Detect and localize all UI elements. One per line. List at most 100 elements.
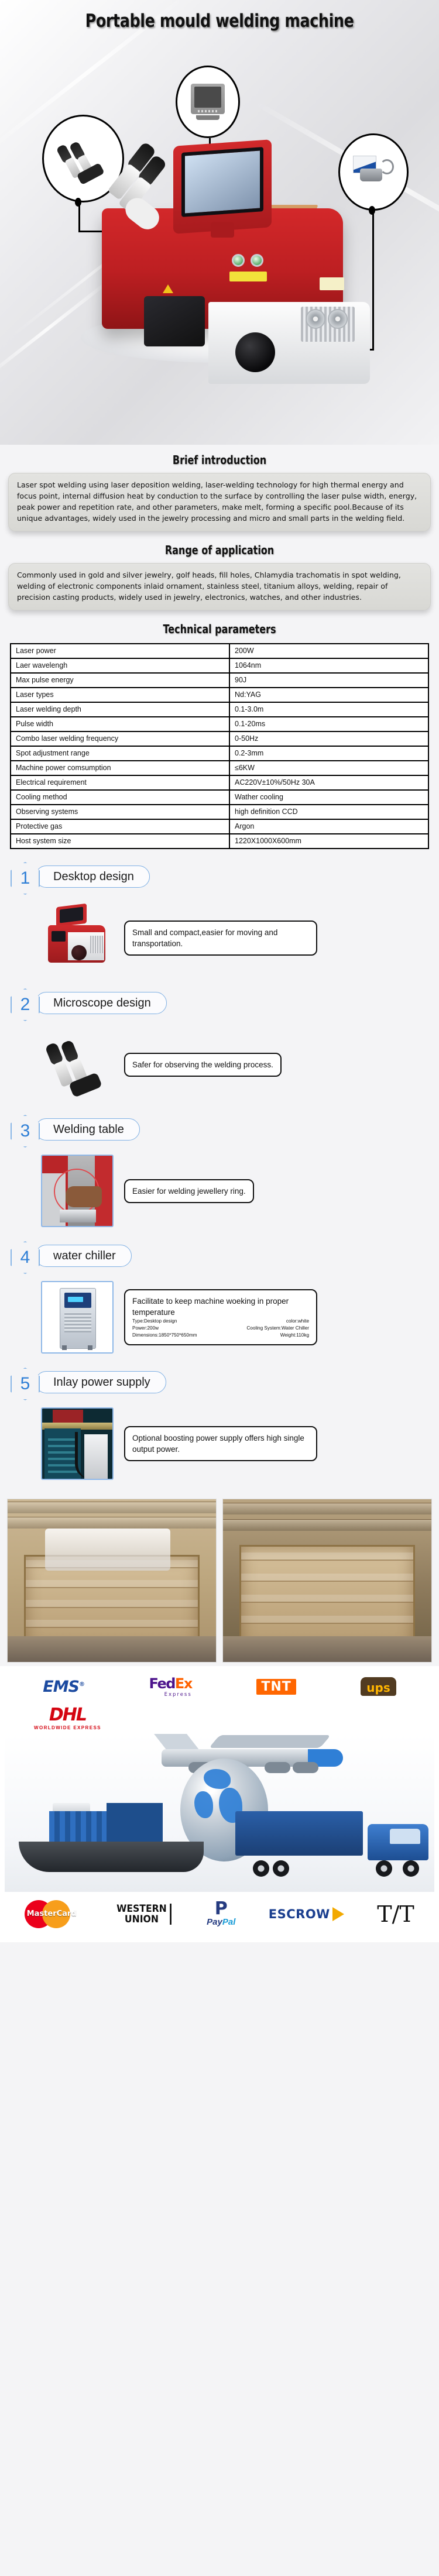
spec-value: Argon (229, 819, 429, 834)
feature-number-badge: 5 (11, 1368, 40, 1400)
spec-value: Nd:YAG (229, 687, 429, 703)
feature-callout: Facilitate to keep machine woeking in pr… (124, 1289, 317, 1345)
transport-illustration (5, 1734, 434, 1892)
spec-value: ≤6KW (229, 760, 429, 776)
feature-5: Inlay power supply 5 Optional boosting pow… (0, 1364, 439, 1490)
range-of-application-heading: Range of application (164, 543, 275, 557)
escrow-logo-label: ESCROW (268, 1907, 330, 1921)
ups-logo: ups (361, 1677, 396, 1696)
spec-key: Laser types (10, 687, 230, 703)
tt-logo: T/T (377, 1901, 414, 1927)
tnt-logo: TNT (256, 1678, 296, 1695)
western-union-logo: WESTERN UNION (116, 1904, 172, 1925)
feature-header: water chiller 4 (11, 1240, 439, 1275)
feature-header: Welding table 3 (11, 1114, 439, 1149)
feature-title-pill[interactable]: Desktop design (35, 865, 150, 888)
feature-description: Optional boosting power supply offers hi… (132, 1434, 304, 1454)
product-listing-page: Portable mould welding machine Brief int… (0, 0, 439, 1942)
table-row: Max pulse energy 90J (10, 672, 429, 688)
feature-title: Microscope design (53, 996, 151, 1009)
monitor-callout-bubble (176, 66, 240, 138)
page-title: Portable mould welding machine (85, 11, 354, 32)
mini-spec-right: color:white (286, 1318, 309, 1324)
table-row: Pulse width 0.1-20ms (10, 716, 429, 732)
feature-header: Microscope design 2 (11, 987, 439, 1022)
table-row: Protective gas Argon (10, 819, 429, 834)
feature-1: Desktop design 1 Small and compact,easier … (0, 858, 439, 985)
mini-spec-left: Dimensions:1850*750*650mm (132, 1332, 197, 1338)
spec-value: 1220X1000X600mm (229, 833, 429, 849)
feature-description: Small and compact,easier for moving and … (132, 928, 278, 948)
feature-title: Welding table (53, 1122, 124, 1136)
table-row: Laser types Nd:YAG (10, 687, 429, 703)
feature-description: Facilitate to keep machine woeking in pr… (132, 1297, 289, 1317)
fedex-logo: FedEx Express (149, 1675, 193, 1698)
power-supply-thumbnail (41, 1407, 114, 1480)
paypal-word-pal: Pal (222, 1917, 236, 1927)
feature-callout: Safer for observing the welding process. (124, 1052, 282, 1077)
table-row: Observing systems high definition CCD (10, 804, 429, 820)
spec-key: Cooling method (10, 789, 230, 805)
feature-body: Easier for welding jewellery ring. (0, 1149, 439, 1237)
table-row: Electrical requirement AC220V±10%/50Hz 30… (10, 775, 429, 791)
feature-number-badge: 2 (11, 988, 40, 1021)
spec-key: Observing systems (10, 804, 230, 820)
fedex-logo-fed: Fed (149, 1675, 176, 1692)
mini-spec-left: Type:Desktop design (132, 1318, 177, 1324)
table-row: Machine power comsumption ≤6KW (10, 760, 429, 776)
spec-key: Laser power (10, 643, 230, 659)
escrow-arrow-icon (332, 1907, 344, 1921)
spec-value: 0.2-3mm (229, 746, 429, 761)
monitor-icon (191, 84, 225, 120)
feature-header: Inlay power supply 5 (11, 1366, 439, 1402)
feature-title-pill[interactable]: Microscope design (35, 992, 167, 1014)
ems-logo-sup: ® (79, 1681, 85, 1688)
western-union-line2: UNION (124, 1914, 159, 1925)
feature-number-badge: 3 (11, 1115, 40, 1148)
spec-key: Host system size (10, 833, 230, 849)
spec-value: 1064nm (229, 658, 429, 674)
feature-title-pill[interactable]: Inlay power supply (35, 1371, 166, 1393)
dhl-logo-label: DHL (49, 1705, 87, 1725)
payment-logos-row: MasterCard WESTERN UNION P PayPal ESCROW… (0, 1892, 439, 1934)
table-row: Host system size 1220X1000X600mm (10, 833, 429, 849)
dhl-logo-sub: WORLDWIDE EXPRESS (34, 1725, 101, 1730)
table-row: Spot adjustment range 0.2-3mm (10, 746, 429, 761)
spec-value: 0.1-20ms (229, 716, 429, 732)
feature-body: Facilitate to keep machine woeking in pr… (0, 1275, 439, 1363)
feature-title: Inlay power supply (53, 1375, 150, 1389)
dhl-row: DHL WORLDWIDE EXPRESS (0, 1699, 439, 1732)
brief-introduction-text: Laser spot welding using laser depositio… (17, 480, 417, 523)
spec-key: Max pulse energy (10, 672, 230, 688)
paypal-glyph: P (214, 1898, 228, 1919)
spec-key: Spot adjustment range (10, 746, 230, 761)
spec-key: Laser welding depth (10, 702, 230, 717)
mini-spec-right: Weight:110kg (280, 1332, 309, 1338)
feature-title-pill[interactable]: water chiller (35, 1245, 132, 1267)
feature-title-pill[interactable]: Welding table (35, 1118, 140, 1141)
packing-photos (0, 1490, 439, 1666)
wooden-crate-open-photo (7, 1499, 217, 1663)
ems-logo-label: EMS (43, 1677, 80, 1696)
ems-logo: EMS® (43, 1677, 85, 1696)
fedex-logo-ex: Ex (174, 1675, 193, 1692)
welding-table-thumbnail (41, 1155, 114, 1227)
microscope-thumbnail (41, 1028, 114, 1101)
range-of-application-text: Commonly used in gold and silver jewelry… (17, 571, 401, 602)
feature-callout: Easier for welding jewellery ring. (124, 1179, 254, 1203)
brief-introduction-card: Laser spot welding using laser depositio… (8, 473, 431, 531)
spec-key: Protective gas (10, 819, 230, 834)
spec-key: Electrical requirement (10, 775, 230, 791)
mini-spec-right: Cooling System:Water Chiller (246, 1325, 309, 1331)
spec-key: Machine power comsumption (10, 760, 230, 776)
feature-3: Welding table 3 Easier for welding jewelle… (0, 1111, 439, 1238)
product-photo-main (69, 139, 373, 384)
water-chiller-thumbnail (41, 1281, 114, 1354)
brief-introduction-heading: Brief introduction (172, 453, 267, 467)
feature-body: Safer for observing the welding process. (0, 1022, 439, 1110)
truck-icon (235, 1811, 428, 1880)
feature-description: Easier for welding jewellery ring. (132, 1186, 246, 1196)
spec-value: 200W (229, 643, 429, 659)
feature-header: Desktop design 1 (11, 861, 439, 896)
range-of-application-card: Commonly used in gold and silver jewelry… (8, 563, 431, 610)
